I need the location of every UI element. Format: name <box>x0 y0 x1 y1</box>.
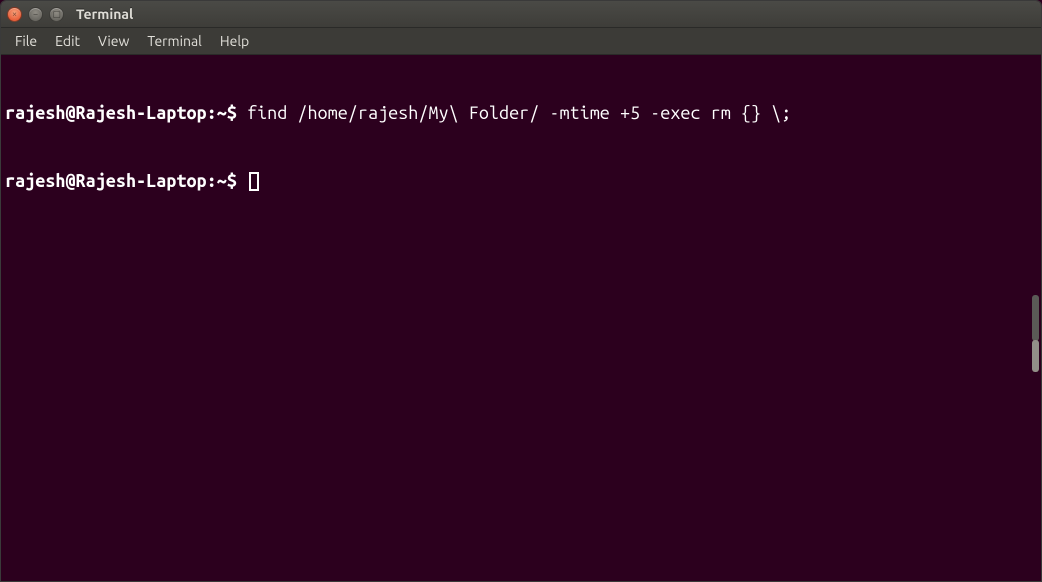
prompt-dollar: $ <box>227 171 237 191</box>
terminal-window: × − ▢ Terminal File Edit View Terminal H… <box>0 0 1042 582</box>
maximize-icon: ▢ <box>52 10 61 19</box>
menu-help[interactable]: Help <box>212 30 257 52</box>
titlebar: × − ▢ Terminal <box>1 1 1041 28</box>
prompt-path: ~ <box>217 103 227 123</box>
window-controls: × − ▢ <box>7 7 64 22</box>
menu-edit[interactable]: Edit <box>47 30 88 52</box>
scrollbar[interactable] <box>1032 295 1039 341</box>
prompt-userhost: rajesh@Rajesh-Laptop <box>5 171 207 191</box>
terminal-line: rajesh@Rajesh-Laptop:~$ find /home/rajes… <box>5 102 1037 125</box>
prompt-path: ~ <box>217 171 227 191</box>
maximize-button[interactable]: ▢ <box>49 7 64 22</box>
prompt-sep: : <box>207 103 217 123</box>
prompt-dollar: $ <box>227 103 237 123</box>
command-text: find /home/rajesh/My\ Folder/ -mtime +5 … <box>247 103 791 123</box>
scrollbar-thumb[interactable] <box>1032 340 1039 372</box>
prompt-sep: : <box>207 171 217 191</box>
close-button[interactable]: × <box>7 7 22 22</box>
menu-terminal[interactable]: Terminal <box>139 30 210 52</box>
terminal-line: rajesh@Rajesh-Laptop:~$ <box>5 170 1037 193</box>
close-icon: × <box>12 10 17 19</box>
minimize-button[interactable]: − <box>28 7 43 22</box>
minimize-icon: − <box>33 10 38 19</box>
prompt-userhost: rajesh@Rajesh-Laptop <box>5 103 207 123</box>
cursor-icon <box>249 172 259 191</box>
window-title: Terminal <box>76 6 133 22</box>
menubar: File Edit View Terminal Help <box>1 28 1041 55</box>
terminal-body[interactable]: rajesh@Rajesh-Laptop:~$ find /home/rajes… <box>1 55 1041 581</box>
menu-view[interactable]: View <box>90 30 137 52</box>
menu-file[interactable]: File <box>7 30 45 52</box>
